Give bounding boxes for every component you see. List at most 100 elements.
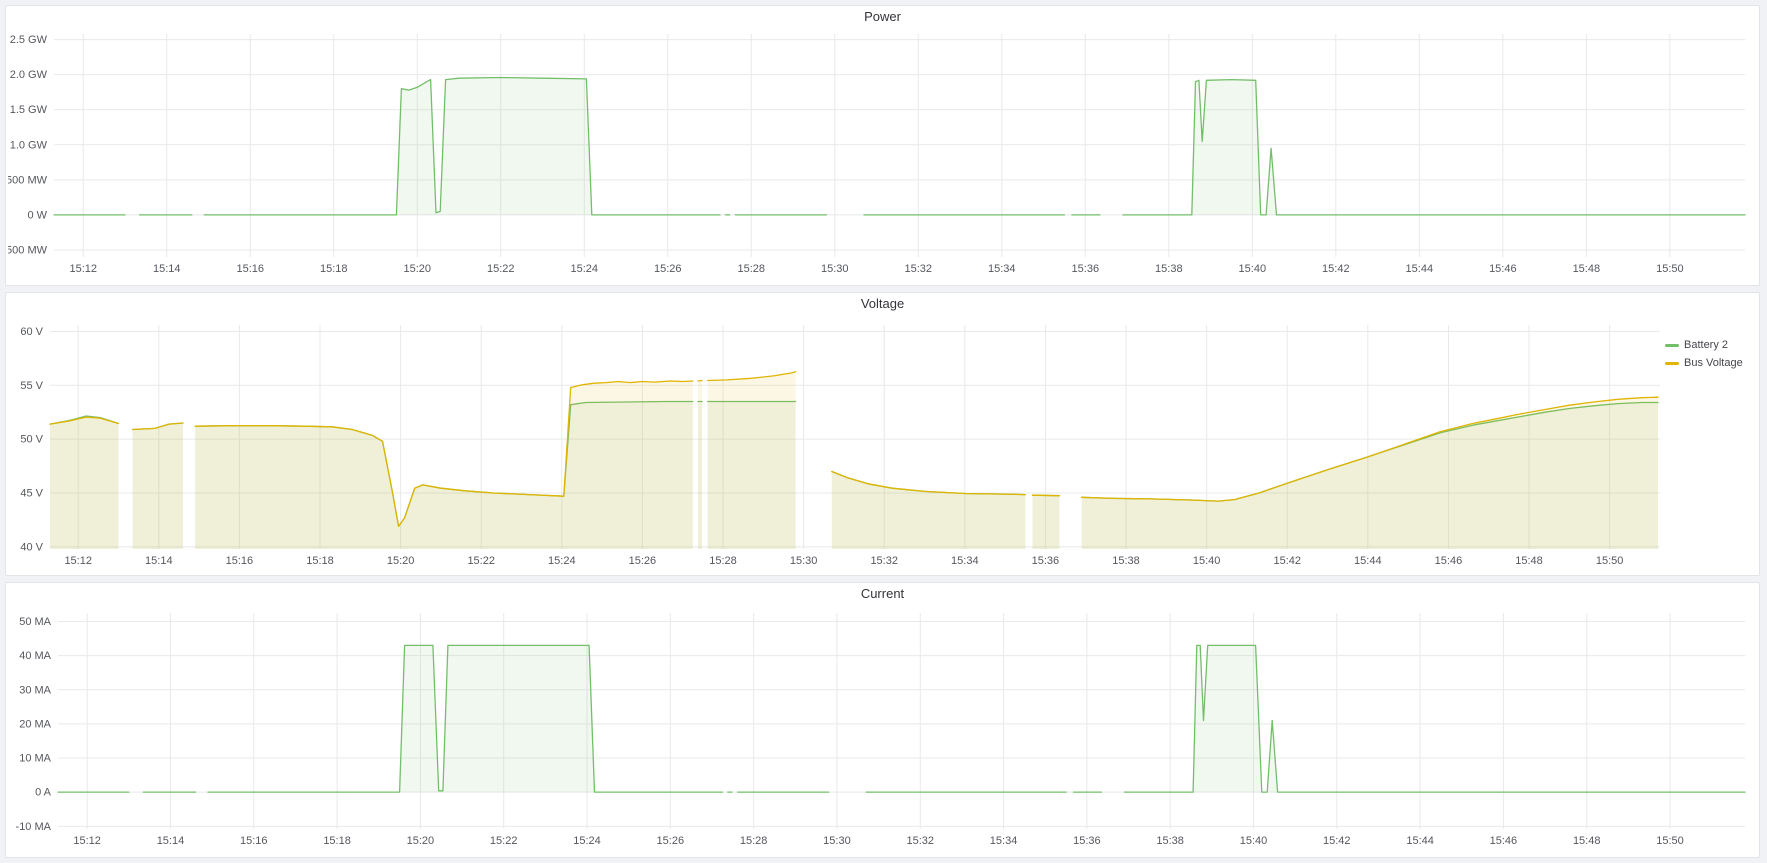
series-area — [50, 417, 119, 549]
power-plot[interactable]: 15:12 15:14 15:16 15:18 15:20 15:22 15:24 15:26… — [8, 28, 1757, 283]
y-tick-label: 50 V — [20, 434, 43, 446]
series-line — [1033, 495, 1060, 496]
y-tick-label: 50 MA — [19, 616, 51, 628]
x-tick-label: 15:30 — [821, 263, 849, 275]
x-tick-label: 15:36 — [1072, 263, 1100, 275]
x-tick-label: 15:12 — [69, 263, 97, 275]
x-tick-label: 15:44 — [1406, 835, 1434, 847]
y-tick-label: -500 MW — [8, 244, 48, 256]
x-tick-label: 15:16 — [236, 263, 264, 275]
x-tick-label: 15:40 — [1193, 555, 1221, 567]
legend-label: Battery 2 — [1684, 339, 1728, 351]
voltage-plot[interactable]: 15:12 15:14 15:16 15:18 15:20 15:22 15:24 15:26… — [8, 315, 1665, 573]
x-tick-label: 15:40 — [1239, 263, 1267, 275]
current-plot[interactable]: 15:12 15:14 15:16 15:18 15:20 15:22 15:24 15:26… — [8, 605, 1757, 855]
x-tick-label: 15:18 — [323, 835, 351, 847]
x-tick-label: 15:16 — [240, 835, 268, 847]
series-area — [698, 381, 702, 550]
series-area — [204, 78, 720, 215]
x-tick-label: 15:32 — [870, 555, 898, 567]
x-tick-label: 15:34 — [951, 555, 979, 567]
y-tick-label: 40 V — [20, 541, 43, 553]
current-chart-canvas[interactable]: 15:12 15:14 15:16 15:18 15:20 15:22 15:24 15:26… — [8, 605, 1757, 855]
x-tick-label: 15:48 — [1573, 263, 1601, 275]
legend-label: Bus Voltage — [1684, 357, 1743, 369]
panel-title-power[interactable]: Power — [6, 6, 1759, 28]
x-tick-label: 15:18 — [306, 555, 334, 567]
x-tick-label: 15:42 — [1322, 263, 1350, 275]
x-tick-label: 15:46 — [1490, 835, 1518, 847]
x-tick-label: 15:20 — [407, 835, 435, 847]
y-tick-label: 500 MW — [8, 174, 48, 186]
y-tick-label: 20 MA — [19, 718, 51, 730]
x-tick-label: 15:32 — [905, 263, 933, 275]
power-chart-canvas[interactable]: 15:12 15:14 15:16 15:18 15:20 15:22 15:24 15:26… — [8, 28, 1757, 283]
x-tick-label: 15:26 — [654, 263, 682, 275]
series-area — [133, 423, 183, 549]
voltage-chart-canvas[interactable]: 15:12 15:14 15:16 15:18 15:20 15:22 15:24 15:26… — [8, 315, 1665, 573]
y-tick-label: 40 MA — [19, 650, 51, 662]
y-tick-label: 30 MA — [19, 684, 51, 696]
x-tick-label: 15:26 — [657, 835, 685, 847]
x-tick-label: 15:38 — [1112, 555, 1140, 567]
x-tick-label: 15:50 — [1656, 263, 1684, 275]
series-area — [1082, 397, 1658, 549]
series-area — [1123, 80, 1745, 215]
x-tick-label: 15:48 — [1515, 555, 1543, 567]
x-tick-label: 15:14 — [157, 835, 185, 847]
x-tick-label: 15:50 — [1596, 555, 1624, 567]
x-tick-label: 15:36 — [1073, 835, 1101, 847]
bus-voltage-swatch-icon — [1665, 362, 1679, 365]
x-tick-label: 15:24 — [570, 263, 598, 275]
y-tick-label: 2.5 GW — [10, 34, 48, 46]
x-tick-label: 15:22 — [487, 263, 515, 275]
y-tick-label: 1.0 GW — [10, 139, 48, 151]
x-tick-label: 15:20 — [387, 555, 415, 567]
x-tick-label: 15:22 — [490, 835, 518, 847]
x-tick-label: 15:34 — [990, 835, 1018, 847]
y-tick-label: 0 A — [35, 787, 52, 799]
x-tick-label: 15:38 — [1155, 263, 1183, 275]
x-tick-label: 15:26 — [629, 555, 657, 567]
x-tick-label: 15:48 — [1573, 835, 1601, 847]
x-tick-label: 15:28 — [738, 263, 766, 275]
x-tick-label: 15:14 — [153, 263, 181, 275]
x-tick-label: 15:32 — [906, 835, 934, 847]
x-tick-label: 15:36 — [1032, 555, 1060, 567]
x-tick-label: 15:28 — [709, 555, 737, 567]
x-tick-label: 15:12 — [64, 555, 92, 567]
x-tick-label: 15:14 — [145, 555, 173, 567]
series-line — [698, 381, 702, 382]
series-area — [195, 381, 693, 549]
legend-item-bus-voltage[interactable]: Bus Voltage — [1665, 357, 1757, 369]
panel-power: Power 15:12 15:14 15:16 15:18 15:20 15:22 15:2… — [5, 5, 1760, 286]
y-tick-label: 10 MA — [19, 753, 51, 765]
x-tick-label: 15:38 — [1156, 835, 1184, 847]
battery-2-swatch-icon — [1665, 344, 1679, 347]
x-tick-label: 15:12 — [73, 835, 101, 847]
series-area — [708, 372, 796, 549]
x-tick-label: 15:42 — [1273, 555, 1301, 567]
x-tick-label: 15:24 — [548, 555, 576, 567]
x-tick-label: 15:24 — [573, 835, 601, 847]
x-tick-label: 15:46 — [1435, 555, 1463, 567]
x-tick-label: 15:22 — [467, 555, 495, 567]
x-tick-label: 15:20 — [403, 263, 431, 275]
x-tick-label: 15:16 — [226, 555, 254, 567]
x-tick-label: 15:42 — [1323, 835, 1351, 847]
panel-title-voltage[interactable]: Voltage — [6, 293, 1759, 315]
x-tick-label: 15:50 — [1656, 835, 1684, 847]
x-tick-label: 15:30 — [790, 555, 818, 567]
y-tick-label: 60 V — [20, 326, 43, 338]
y-tick-label: 55 V — [20, 380, 43, 392]
y-tick-label: 1.5 GW — [10, 104, 48, 116]
legend-item-battery-2[interactable]: Battery 2 — [1665, 339, 1757, 351]
x-tick-label: 15:34 — [988, 263, 1016, 275]
y-tick-label: -10 MA — [16, 821, 52, 833]
y-tick-label: 45 V — [20, 488, 43, 500]
x-tick-label: 15:44 — [1406, 263, 1434, 275]
panel-title-current[interactable]: Current — [6, 583, 1759, 605]
current-chart-row: 15:12 15:14 15:16 15:18 15:20 15:22 15:24 15:26… — [6, 605, 1759, 857]
x-tick-label: 15:18 — [320, 263, 348, 275]
panel-voltage: Voltage 15:1215:1415:1615:1815:2015:2215… — [5, 292, 1760, 576]
